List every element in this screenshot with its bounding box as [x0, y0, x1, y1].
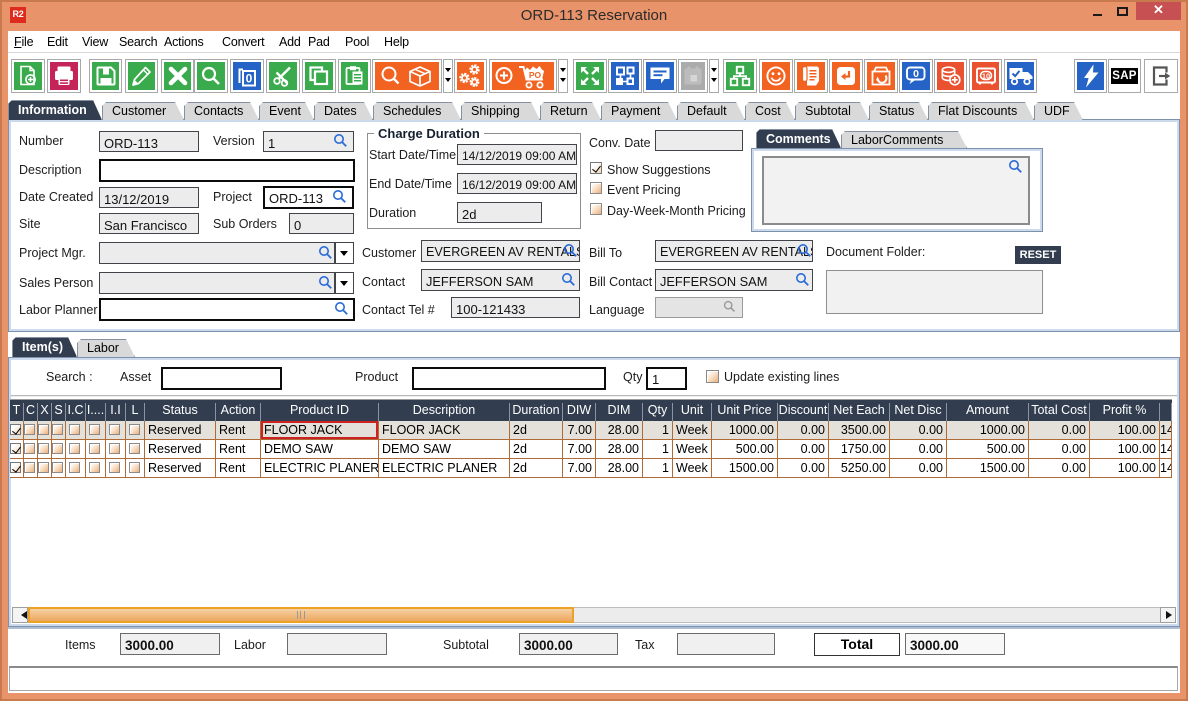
svg-text:0: 0	[913, 68, 919, 80]
svg-text:10: 10	[981, 71, 989, 80]
svg-text:0: 0	[246, 72, 253, 86]
svg-text:PO: PO	[529, 70, 542, 80]
